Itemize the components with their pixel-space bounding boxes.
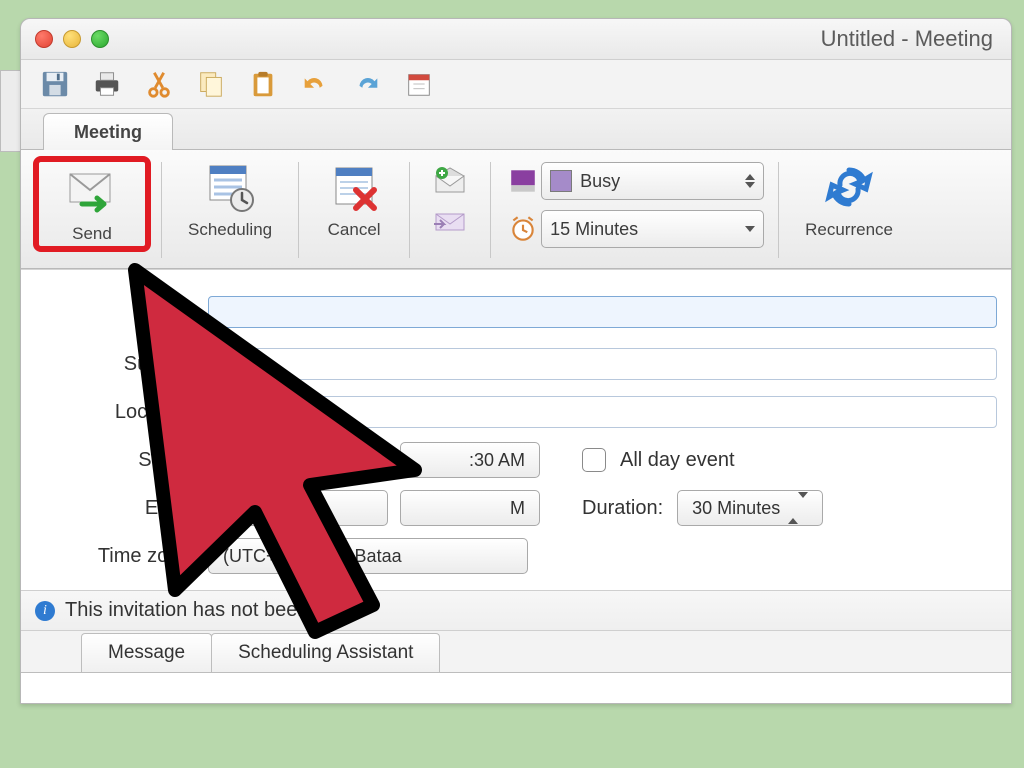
duration-dropdown[interactable]: 30 Minutes (677, 490, 823, 526)
info-icon: i (35, 601, 55, 621)
to-field[interactable] (208, 296, 997, 328)
reminder-value: 15 Minutes (550, 219, 737, 240)
ribbon-separator (298, 162, 299, 258)
message-editor[interactable] (21, 672, 1011, 703)
categorize-icon[interactable] (505, 166, 533, 196)
spinner-icon (788, 498, 808, 519)
ends-time-picker[interactable]: M (400, 490, 540, 526)
ribbon-separator (490, 162, 491, 258)
undo-icon[interactable] (299, 68, 331, 100)
chevron-down-icon (745, 226, 755, 232)
invite-reply-icon[interactable] (432, 206, 468, 236)
window-controls (35, 30, 109, 48)
duration-label: Duration: (582, 497, 663, 520)
recurrence-button[interactable]: Recurrence (793, 160, 905, 240)
recurrence-label: Recurrence (805, 220, 893, 240)
alarm-icon[interactable] (505, 214, 533, 244)
title-bar: Untitled - Meeting (21, 19, 1011, 60)
timezone-value: (UTC+08: Jlaan Bataa (223, 546, 402, 567)
send-button[interactable]: Send (37, 160, 147, 248)
scheduling-button[interactable]: Scheduling (176, 160, 284, 240)
allday-label: All day event (620, 449, 735, 472)
timezone-dropdown[interactable]: (UTC+08: Jlaan Bataa (208, 538, 528, 574)
ribbon-tab-strip: Meeting (21, 109, 1011, 150)
paste-icon[interactable] (247, 68, 279, 100)
bottom-tab-strip: Message Scheduling Assistant (21, 631, 1011, 672)
reminder-dropdown[interactable]: 15 Minutes (541, 210, 764, 248)
zoom-window-button[interactable] (91, 30, 109, 48)
scheduling-icon (201, 160, 259, 214)
cut-icon[interactable] (143, 68, 175, 100)
starts-date-picker[interactable]: 19/11 (208, 442, 388, 478)
ribbon-separator (778, 162, 779, 258)
location-field[interactable] (208, 396, 997, 428)
to-label: To: (21, 301, 196, 324)
scheduling-label: Scheduling (188, 220, 272, 240)
ribbon-separator (161, 162, 162, 258)
starts-time-picker[interactable]: :30 AM (400, 442, 540, 478)
redo-icon[interactable] (351, 68, 383, 100)
tab-meeting[interactable]: Meeting (43, 113, 173, 150)
cancel-icon (325, 160, 383, 214)
starts-date-value: 19/11 (223, 450, 267, 471)
duration-value: 30 Minutes (692, 498, 780, 519)
ends-label: Ends: (21, 497, 196, 520)
status-value: Busy (580, 171, 737, 192)
quick-access-toolbar (21, 60, 1011, 109)
meeting-window: Untitled - Meeting Meeting (20, 18, 1012, 704)
invite-group (424, 160, 476, 236)
busy-swatch (550, 170, 572, 192)
recurrence-icon (820, 160, 878, 214)
cancel-button[interactable]: Cancel (313, 160, 395, 240)
ends-date-picker[interactable]: 19/11/ (208, 490, 388, 526)
starts-time-value: :30 AM (469, 450, 525, 471)
send-label: Send (72, 224, 112, 244)
status-bar: i This invitation has not been sent. (21, 590, 1011, 631)
status-reminder-group: Busy 15 Minutes (505, 160, 764, 248)
send-icon (63, 164, 121, 218)
timezone-label: Time zone: (21, 545, 196, 568)
spinner-icon (745, 174, 755, 188)
cancel-label: Cancel (328, 220, 381, 240)
ends-date-value: 19/11/ (223, 498, 272, 519)
print-icon[interactable] (91, 68, 123, 100)
status-text: This invitation has not been sent. (65, 599, 357, 622)
status-dropdown[interactable]: Busy (541, 162, 764, 200)
invite-add-icon[interactable] (432, 166, 468, 196)
subject-label: Subject: (21, 353, 196, 376)
minimize-window-button[interactable] (63, 30, 81, 48)
window-title: Untitled - Meeting (109, 26, 997, 52)
location-label: Location: (21, 401, 196, 424)
subject-field[interactable] (208, 348, 997, 380)
calendar-icon[interactable] (403, 68, 435, 100)
ribbon: Send Scheduling Cancel (21, 150, 1011, 269)
ribbon-separator (409, 162, 410, 258)
close-window-button[interactable] (35, 30, 53, 48)
tab-scheduling-assistant[interactable]: Scheduling Assistant (211, 633, 440, 672)
ends-time-value: M (510, 498, 525, 519)
copy-icon[interactable] (195, 68, 227, 100)
save-icon[interactable] (39, 68, 71, 100)
meeting-form: To: Subject: Location: Starts: 19/11 :30… (21, 269, 1011, 590)
starts-label: Starts: (21, 449, 196, 472)
allday-checkbox[interactable] (582, 448, 606, 472)
tab-message[interactable]: Message (81, 633, 212, 672)
